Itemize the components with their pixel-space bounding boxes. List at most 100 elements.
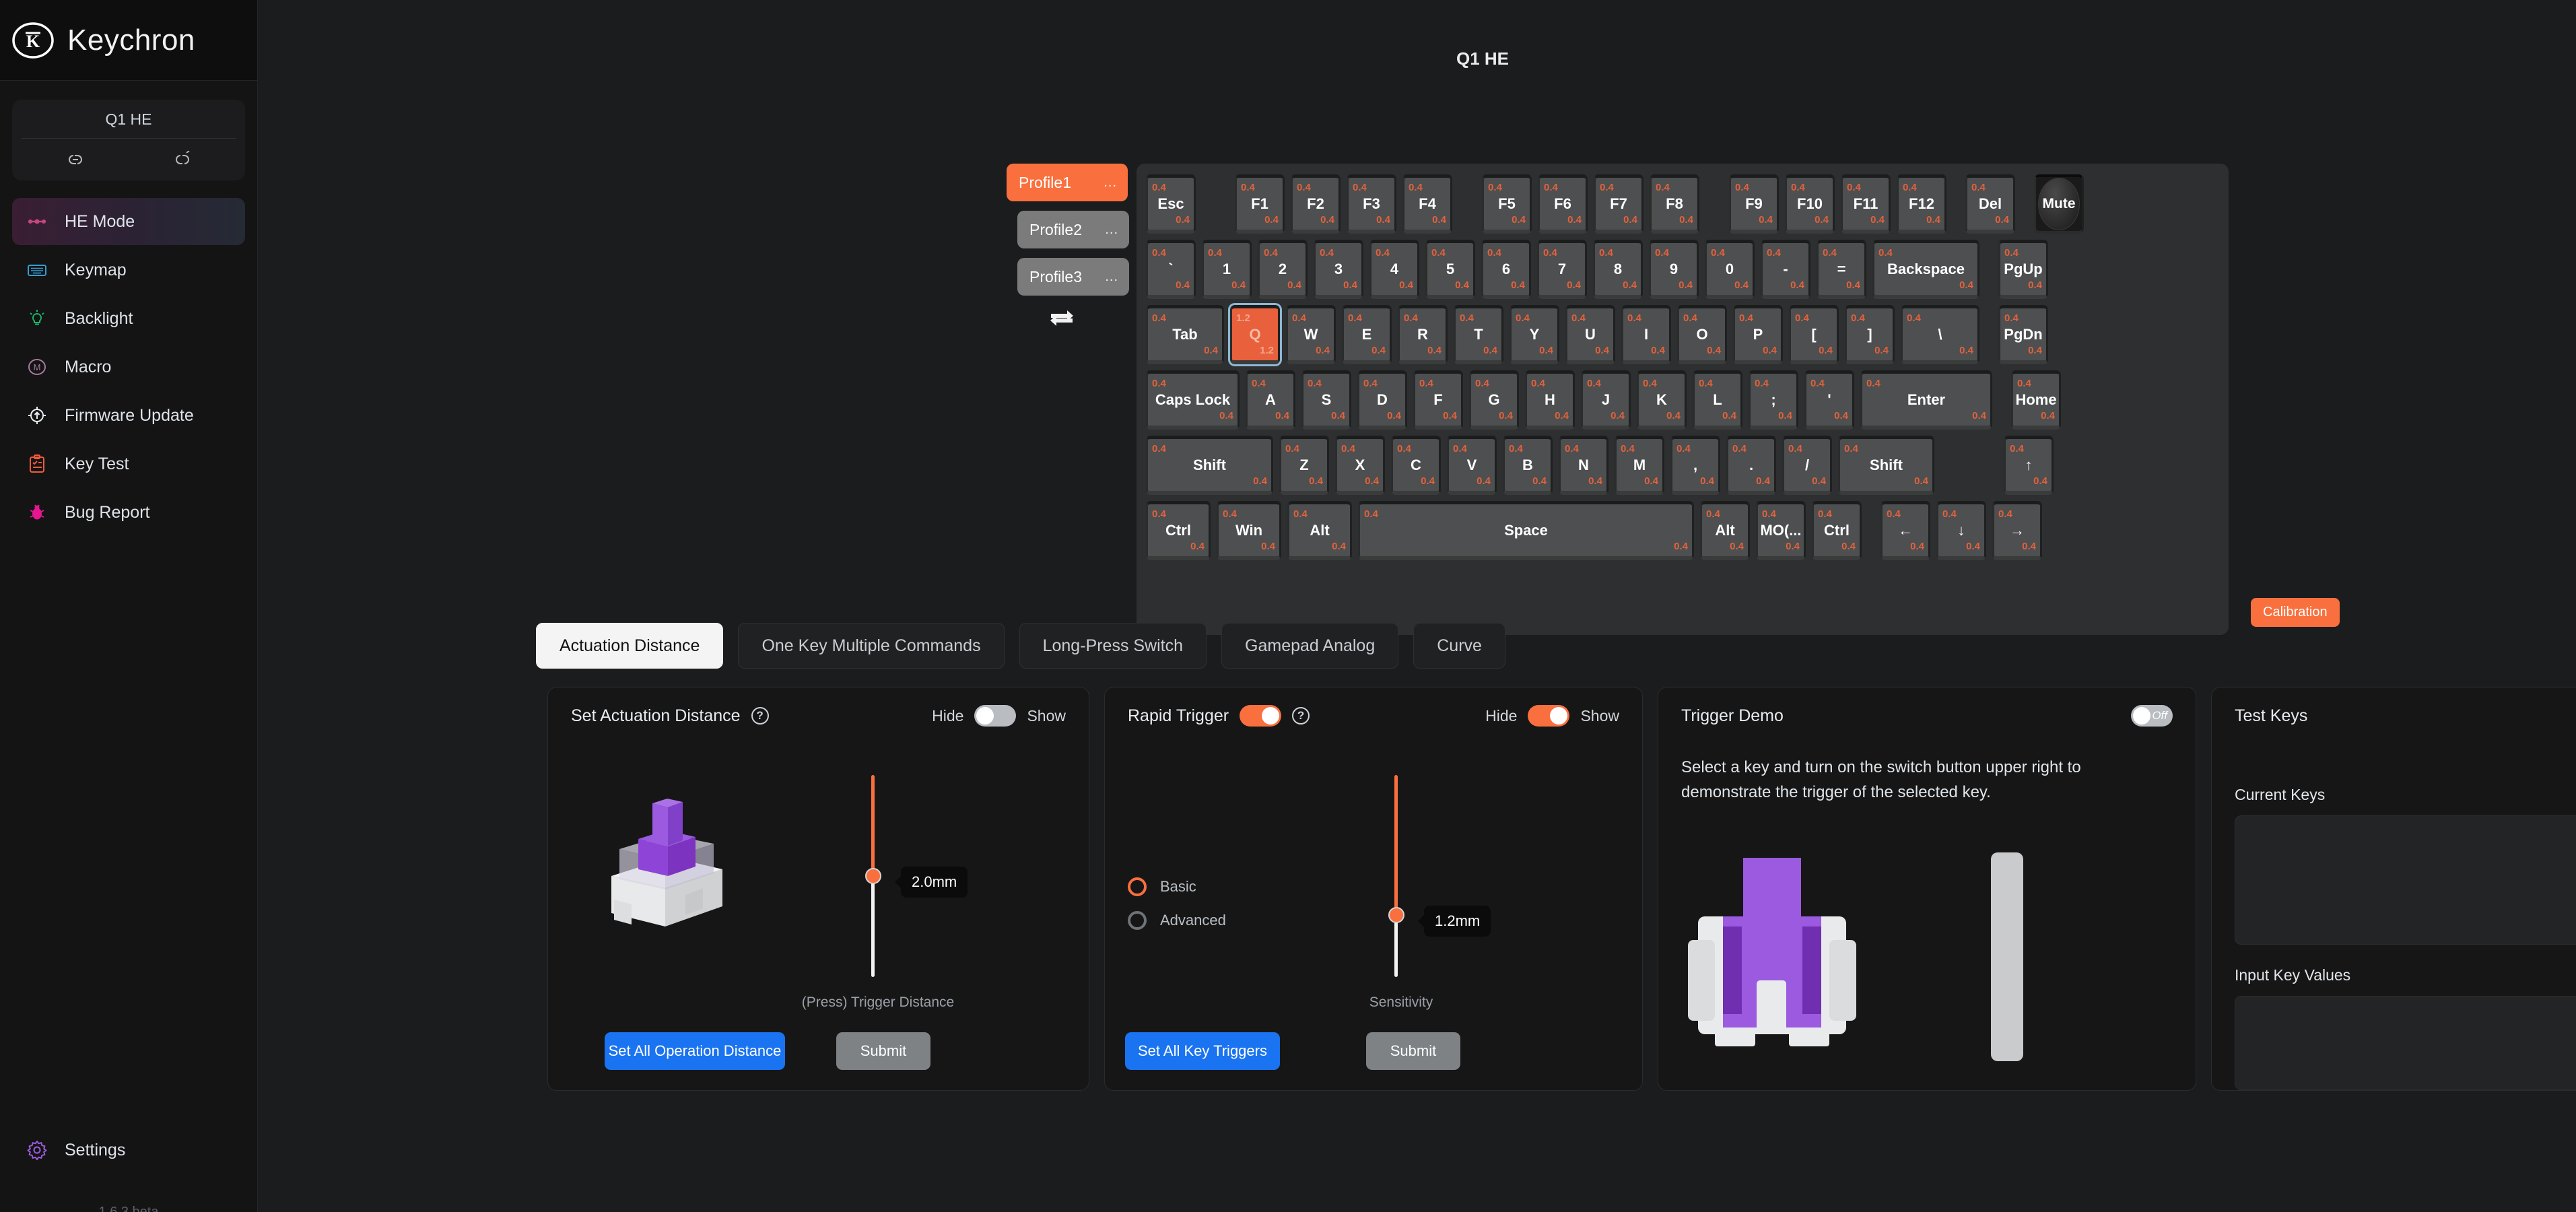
key-v[interactable]: 0.4 V 0.4 <box>1447 436 1497 495</box>
key-f3[interactable]: 0.4 F3 0.4 <box>1347 174 1396 234</box>
profile-button-2[interactable]: Profile2 ... <box>1017 211 1129 248</box>
key-f[interactable]: 0.4 F 0.4 <box>1413 370 1463 430</box>
key-backspace[interactable]: 0.4 Backspace 0.4 <box>1872 240 1979 299</box>
key-e[interactable]: 0.4 E 0.4 <box>1342 305 1392 364</box>
current-keys-field[interactable] <box>2235 815 2576 945</box>
key-u[interactable]: 0.4 U 0.4 <box>1565 305 1615 364</box>
key-n[interactable]: 0.4 N 0.4 <box>1559 436 1608 495</box>
question-mark-icon[interactable]: ? <box>1292 707 1310 725</box>
sidebar-item-firmware-update[interactable]: Firmware Update <box>12 392 245 439</box>
link-broken-icon[interactable] <box>171 150 194 168</box>
key-3[interactable]: 0.4 3 0.4 <box>1314 240 1363 299</box>
key-b[interactable]: 0.4 B 0.4 <box>1503 436 1553 495</box>
profile-menu-icon[interactable]: ... <box>1105 269 1118 285</box>
sidebar-item-backlight[interactable]: Backlight <box>12 295 245 342</box>
key-[interactable]: 0.4 = 0.4 <box>1817 240 1866 299</box>
radio-option-basic[interactable]: Basic <box>1128 877 1226 896</box>
key-alt[interactable]: 0.4 Alt 0.4 <box>1700 501 1750 560</box>
key-shift[interactable]: 0.4 Shift 0.4 <box>1838 436 1934 495</box>
key-w[interactable]: 0.4 W 0.4 <box>1286 305 1336 364</box>
key-tab[interactable]: 0.4 Tab 0.4 <box>1146 305 1224 364</box>
key-shift[interactable]: 0.4 Shift 0.4 <box>1146 436 1273 495</box>
sensitivity-slider[interactable]: 1.2mm <box>1388 775 1491 977</box>
key-f5[interactable]: 0.4 F5 0.4 <box>1482 174 1532 234</box>
radio-option-advanced[interactable]: Advanced <box>1128 911 1226 930</box>
key-2[interactable]: 0.4 2 0.4 <box>1258 240 1308 299</box>
trigger-demo-toggle[interactable]: Off <box>2131 705 2173 727</box>
key-[interactable]: 0.4-0.4 <box>1761 240 1810 299</box>
tab-gamepad-analog[interactable]: Gamepad Analog <box>1221 623 1399 669</box>
key-a[interactable]: 0.4 A 0.4 <box>1246 370 1295 430</box>
key-f12[interactable]: 0.4 F12 0.4 <box>1897 174 1946 234</box>
key-f2[interactable]: 0.4 F2 0.4 <box>1291 174 1341 234</box>
slider-thumb[interactable] <box>865 868 881 884</box>
key-1[interactable]: 0.4 1 0.4 <box>1202 240 1252 299</box>
key-x[interactable]: 0.4 X 0.4 <box>1335 436 1385 495</box>
key-esc[interactable]: 0.4 Esc 0.4 <box>1146 174 1196 234</box>
key-f7[interactable]: 0.4 F7 0.4 <box>1594 174 1643 234</box>
tab-actuation-distance[interactable]: Actuation Distance <box>536 623 724 669</box>
sidebar-item-settings[interactable]: Settings <box>12 1130 125 1170</box>
key-c[interactable]: 0.4 C 0.4 <box>1391 436 1441 495</box>
key-j[interactable]: 0.4 J 0.4 <box>1581 370 1631 430</box>
key-space[interactable]: 0.4 Space 0.4 <box>1358 501 1694 560</box>
key-l[interactable]: 0.4 L 0.4 <box>1693 370 1742 430</box>
key-9[interactable]: 0.4 9 0.4 <box>1649 240 1699 299</box>
sidebar-item-keymap[interactable]: Keymap <box>12 246 245 294</box>
key-8[interactable]: 0.4 8 0.4 <box>1593 240 1643 299</box>
set-all-key-triggers-button[interactable]: Set All Key Triggers <box>1125 1032 1280 1070</box>
key-f9[interactable]: 0.4 F9 0.4 <box>1729 174 1779 234</box>
key-[interactable]: 0.4, 0.4 <box>1670 436 1720 495</box>
calibration-button[interactable]: Calibration <box>2251 598 2340 627</box>
key-o[interactable]: 0.4 O 0.4 <box>1677 305 1727 364</box>
key-ctrl[interactable]: 0.4 Ctrl 0.4 <box>1812 501 1862 560</box>
key-enter[interactable]: 0.4 Enter 0.4 <box>1860 370 1992 430</box>
slider-thumb[interactable] <box>1388 907 1404 923</box>
key-f4[interactable]: 0.4 F4 0.4 <box>1402 174 1452 234</box>
key-5[interactable]: 0.4 5 0.4 <box>1425 240 1475 299</box>
key-del[interactable]: 0.4 Del 0.4 <box>1965 174 2015 234</box>
key-i[interactable]: 0.4 I 0.4 <box>1621 305 1671 364</box>
key-7[interactable]: 0.4 7 0.4 <box>1537 240 1587 299</box>
actuation-slider[interactable]: 2.0mm <box>865 775 968 977</box>
submit-button[interactable]: Submit <box>1366 1032 1460 1070</box>
input-key-values-field[interactable] <box>2235 996 2576 1090</box>
profile-menu-icon[interactable]: ... <box>1105 222 1118 238</box>
rapid-trigger-enable-toggle[interactable] <box>1240 705 1282 727</box>
key-0[interactable]: 0.4 0 0.4 <box>1705 240 1755 299</box>
key-[interactable]: 0.4. 0.4 <box>1726 436 1776 495</box>
key-f11[interactable]: 0.4 F11 0.4 <box>1841 174 1891 234</box>
tab-one-key-multiple-commands[interactable]: One Key Multiple Commands <box>738 623 1005 669</box>
key-[interactable]: 0.4; 0.4 <box>1749 370 1798 430</box>
key-m[interactable]: 0.4 M 0.4 <box>1615 436 1664 495</box>
profile-button-3[interactable]: Profile3 ... <box>1017 258 1129 296</box>
key-p[interactable]: 0.4 P 0.4 <box>1733 305 1783 364</box>
profile-button-1[interactable]: Profile1 ... <box>1007 164 1128 201</box>
hide-show-toggle[interactable] <box>1528 705 1570 727</box>
key-z[interactable]: 0.4 Z 0.4 <box>1279 436 1329 495</box>
key-[interactable]: 0.4 \ 0.4 <box>1901 305 1979 364</box>
key-h[interactable]: 0.4 H 0.4 <box>1525 370 1575 430</box>
key-[interactable]: 0.4 ↓ 0.4 <box>1936 501 1986 560</box>
submit-button[interactable]: Submit <box>836 1032 930 1070</box>
key-6[interactable]: 0.4 6 0.4 <box>1481 240 1531 299</box>
key-home[interactable]: 0.4 Home 0.4 <box>2011 370 2061 430</box>
key-y[interactable]: 0.4 Y 0.4 <box>1510 305 1559 364</box>
key-d[interactable]: 0.4 D 0.4 <box>1357 370 1407 430</box>
key-mo[interactable]: 0.4 MO(... 0.4 <box>1756 501 1806 560</box>
profile-menu-icon[interactable]: ... <box>1104 175 1117 191</box>
key-f1[interactable]: 0.4 F1 0.4 <box>1235 174 1285 234</box>
key-[interactable]: 0.4 ` 0.4 <box>1146 240 1196 299</box>
key-[interactable]: 0.4] 0.4 <box>1845 305 1895 364</box>
sidebar-item-key-test[interactable]: Key Test <box>12 440 245 487</box>
tab-curve[interactable]: Curve <box>1413 623 1505 669</box>
key-pgdn[interactable]: 0.4 PgDn 0.4 <box>1998 305 2048 364</box>
key-win[interactable]: 0.4 Win 0.4 <box>1217 501 1281 560</box>
key-f10[interactable]: 0.4 F10 0.4 <box>1785 174 1835 234</box>
key-[interactable]: 0.4 ↑ 0.4 <box>2004 436 2054 495</box>
key-k[interactable]: 0.4 K 0.4 <box>1637 370 1687 430</box>
radio-advanced-icon[interactable] <box>1128 911 1147 930</box>
key-f6[interactable]: 0.4 F6 0.4 <box>1538 174 1588 234</box>
key-[interactable]: 0.4 ' 0.4 <box>1804 370 1854 430</box>
key-r[interactable]: 0.4 R 0.4 <box>1398 305 1448 364</box>
